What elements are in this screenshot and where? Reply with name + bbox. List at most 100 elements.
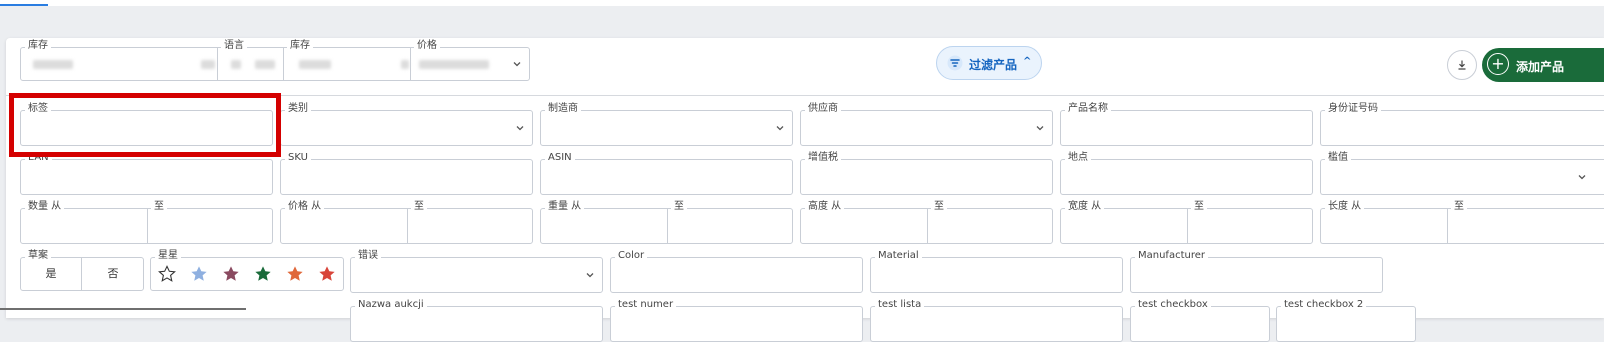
test-checkbox-label: test checkbox	[1135, 299, 1211, 311]
price-range[interactable]: 价格 从 至	[280, 201, 533, 244]
height-range[interactable]: 高度 从 至	[800, 201, 1053, 244]
blurred-value	[299, 60, 331, 69]
range-divider	[1187, 209, 1188, 243]
length-range[interactable]: 长度 从 至	[1320, 201, 1604, 244]
location-input[interactable]: 地点	[1060, 152, 1313, 195]
range-divider	[1447, 209, 1448, 243]
id-number-input[interactable]: 身份证号码	[1320, 103, 1604, 146]
add-product-label: 添加产品	[1516, 60, 1565, 74]
blurred-value	[401, 60, 409, 69]
vat-label: 增值税	[805, 152, 841, 164]
chevron-down-icon	[586, 273, 594, 278]
filter-icon	[947, 55, 963, 71]
scrollbar-indicator	[0, 308, 246, 310]
threshold-select[interactable]: 槛值	[1320, 152, 1604, 195]
weight-from-label: 重量 从	[545, 201, 585, 213]
store-language-price-selector[interactable]: 库存 语言 库存 价格	[20, 40, 530, 81]
plus-icon: +	[1487, 53, 1509, 75]
length-to-label: 至	[1451, 201, 1467, 213]
range-divider	[667, 209, 668, 243]
weight-to-label: 至	[671, 201, 687, 213]
blurred-value	[419, 60, 489, 69]
field-label-language: 语言	[221, 40, 247, 52]
quantity-to-label: 至	[151, 201, 167, 213]
chevron-down-icon	[513, 62, 521, 67]
selector-divider	[283, 48, 284, 80]
sku-input[interactable]: SKU	[280, 152, 533, 195]
panel-divider	[6, 95, 1604, 96]
category-label: 类别	[285, 103, 311, 115]
selector-divider	[217, 48, 218, 80]
manufacturer-select[interactable]: 制造商	[540, 103, 793, 146]
manufacturer-text-label: Manufacturer	[1135, 250, 1208, 262]
width-range[interactable]: 宽度 从 至	[1060, 201, 1313, 244]
threshold-label: 槛值	[1325, 152, 1351, 164]
download-icon	[1458, 60, 1466, 70]
vat-input[interactable]: 增值税	[800, 152, 1053, 195]
product-name-label: 产品名称	[1065, 103, 1111, 115]
add-product-button[interactable]: + 添加产品	[1482, 48, 1604, 82]
asin-label: ASIN	[545, 152, 575, 164]
test-checkbox-2-label: test checkbox 2	[1281, 299, 1367, 311]
field-label-price: 价格	[414, 40, 440, 52]
test-number-input[interactable]: test numer	[610, 299, 863, 342]
product-name-input[interactable]: 产品名称	[1060, 103, 1313, 146]
category-select[interactable]: 类别	[280, 103, 533, 146]
stars-filter: 星星	[150, 250, 344, 291]
height-from-label: 高度 从	[805, 201, 845, 213]
filter-products-button[interactable]: 过滤产品 ^	[936, 46, 1042, 80]
star-outline-icon[interactable]	[158, 265, 176, 283]
weight-range[interactable]: 重量 从 至	[540, 201, 793, 244]
star-orange-icon[interactable]	[286, 265, 304, 283]
manufacturer-text-input[interactable]: Manufacturer	[1130, 250, 1383, 293]
supplier-select[interactable]: 供应商	[800, 103, 1053, 146]
draft-no-option[interactable]: 否	[82, 258, 144, 290]
width-to-label: 至	[1191, 201, 1207, 213]
supplier-label: 供应商	[805, 103, 841, 115]
selector-divider	[410, 48, 411, 80]
field-label-store: 库存	[25, 40, 51, 52]
asin-input[interactable]: ASIN	[540, 152, 793, 195]
test-list-label: test lista	[875, 299, 925, 311]
star-green-icon[interactable]	[254, 265, 272, 283]
price-to-label: 至	[411, 201, 427, 213]
chevron-down-icon	[1036, 126, 1044, 131]
material-input[interactable]: Material	[870, 250, 1123, 293]
download-button[interactable]	[1447, 50, 1477, 80]
range-divider	[407, 209, 408, 243]
color-label: Color	[615, 250, 648, 262]
field-label-store-2: 库存	[287, 40, 313, 52]
ean-input[interactable]: EAN	[20, 152, 273, 195]
range-divider	[147, 209, 148, 243]
price-from-label: 价格 从	[285, 201, 325, 213]
range-divider	[927, 209, 928, 243]
error-select[interactable]: 错误	[350, 250, 603, 293]
chevron-down-icon	[1578, 175, 1586, 180]
chevron-down-icon	[516, 126, 524, 131]
blurred-value	[255, 60, 275, 69]
material-label: Material	[875, 250, 922, 262]
quantity-from-label: 数量 从	[25, 201, 65, 213]
star-blue-icon[interactable]	[190, 265, 208, 283]
color-input[interactable]: Color	[610, 250, 863, 293]
test-checkbox-2-input[interactable]: test checkbox 2	[1276, 299, 1416, 342]
sku-label: SKU	[285, 152, 311, 164]
star-purple-icon[interactable]	[222, 265, 240, 283]
blurred-value	[231, 60, 241, 69]
manufacturer-label: 制造商	[545, 103, 581, 115]
quantity-range[interactable]: 数量 从 至	[20, 201, 273, 244]
test-list-input[interactable]: test lista	[870, 299, 1123, 342]
chevron-down-icon	[776, 126, 784, 131]
location-label: 地点	[1065, 152, 1091, 164]
draft-yes-option[interactable]: 是	[21, 258, 81, 290]
active-tab-indicator	[0, 4, 48, 6]
chevron-up-icon: ^	[1023, 56, 1032, 67]
auction-name-label: Nazwa aukcji	[355, 299, 427, 311]
error-label: 错误	[355, 250, 381, 262]
star-red-icon[interactable]	[318, 265, 336, 283]
filter-products-label: 过滤产品	[969, 58, 1018, 72]
tag-label: 标签	[25, 103, 51, 115]
test-checkbox-input[interactable]: test checkbox	[1130, 299, 1270, 342]
auction-name-input[interactable]: Nazwa aukcji	[350, 299, 603, 342]
tag-input[interactable]: 标签	[20, 103, 273, 146]
